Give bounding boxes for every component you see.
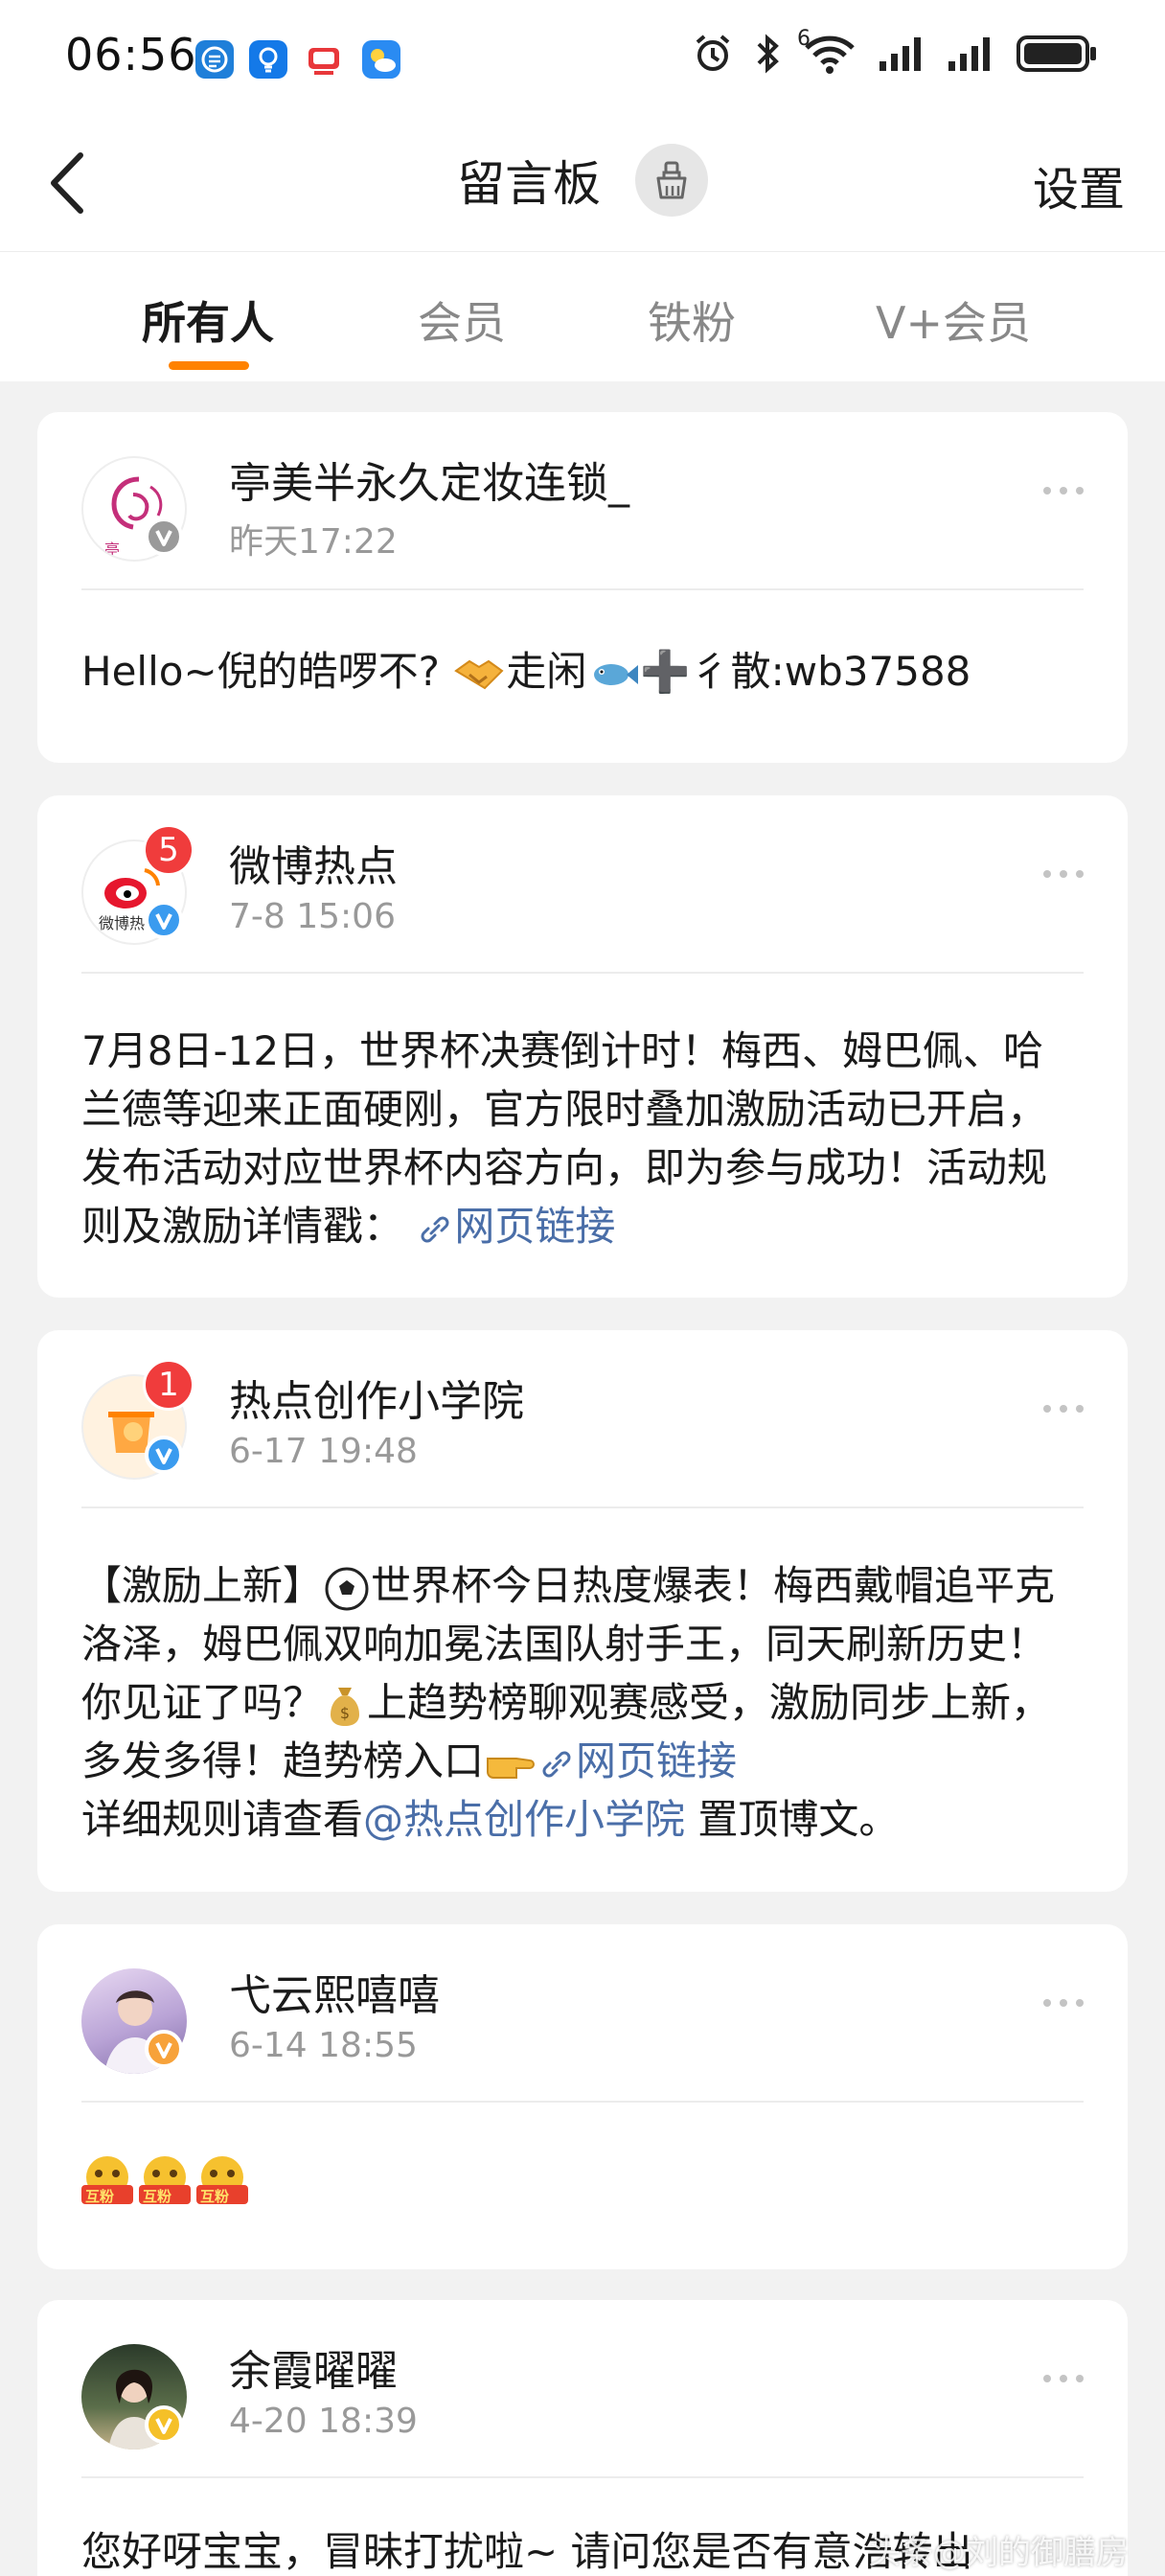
web-link[interactable]: 网页链接 (537, 1737, 737, 1784)
message-text-part: 置顶博文。 (685, 1796, 900, 1843)
message-card[interactable]: 弋云熙嘻嘻 6-14 18:55 互粉 互粉 互粉 (37, 1924, 1128, 2269)
message-text-part: ➕彳散:wb37588 (640, 648, 971, 695)
username[interactable]: 亭美半永久定妆连锁_ (229, 448, 629, 510)
broom-icon (656, 161, 687, 199)
divider (81, 2476, 1084, 2478)
tab-vplus-members[interactable]: V+会员 (876, 288, 1031, 352)
more-options-icon[interactable] (1043, 2375, 1084, 2382)
message-card[interactable]: 微博热 5 微博热点 7-8 15:06 7月8日-12日，世界杯决赛倒计时！梅… (37, 795, 1128, 1298)
message-time: 6-17 19:48 (229, 1432, 418, 1471)
more-options-icon[interactable] (1043, 1405, 1084, 1413)
fish-emoji (594, 663, 639, 685)
more-options-icon[interactable] (1043, 487, 1084, 494)
username[interactable]: 弋云熙嘻嘻 (229, 1961, 440, 2022)
message-card[interactable]: 1 热点创作小学院 6-17 19:48 【激励上新】 世界杯今日热度爆表！梅西戴… (37, 1330, 1128, 1892)
message-time: 4-20 18:39 (229, 2402, 418, 2441)
message-text-part: 【激励上新】 (81, 1562, 324, 1609)
tv-app-icon (305, 40, 343, 79)
message-text-part: 详细规则请查看 (81, 1796, 364, 1843)
money-bag-emoji: $ (331, 1687, 360, 1726)
mutual-follow-emoji: 互粉 (194, 2154, 250, 2208)
mutual-follow-emoji: 互粉 (137, 2154, 193, 2208)
svg-text:$: $ (340, 1704, 350, 1722)
network-label: 6 (797, 27, 811, 51)
page-title: 留言板 (457, 156, 601, 212)
avatar-text: 亭 (104, 540, 121, 559)
emoji-row: 互粉 互粉 互粉 (80, 2154, 250, 2208)
pointing-right-emoji (487, 1757, 535, 1779)
unread-count-badge: 1 (143, 1359, 194, 1411)
signal-icon-1 (879, 37, 921, 71)
signal-icon-2 (948, 37, 990, 71)
username[interactable]: 余霞曜曜 (229, 2336, 398, 2398)
battery-icon (1017, 35, 1096, 72)
verified-icon (145, 1436, 183, 1474)
message-text-part: 走闲 (506, 648, 587, 695)
tab-all[interactable]: 所有人 (142, 288, 274, 352)
message-board-screen: 06:56 6 留言板 设置 所有人 会员 铁粉 V+会员 亭 亭美半永久定妆连… (0, 0, 1165, 2576)
divider (81, 1506, 1084, 1508)
settings-button[interactable]: 设置 (1033, 151, 1125, 218)
verified-icon (145, 2030, 183, 2068)
message-time: 7-8 15:06 (229, 897, 396, 936)
avatar-text: 微博热 (99, 914, 146, 932)
user-mention-link[interactable]: @热点创作小学院 (363, 1796, 685, 1843)
watermark: 头条@刘的御膳房 (868, 2534, 1129, 2572)
weather-app-icon (362, 40, 400, 79)
tab-iron-fans[interactable]: 铁粉 (648, 288, 736, 352)
active-tab-indicator (169, 361, 249, 370)
message-text-part: Hello~倪的皓啰不? (81, 648, 440, 695)
message-card[interactable]: 亭 亭美半永久定妆连锁_ 昨天17:22 Hello~倪的皓啰不? 走闲 ➕彳散:… (37, 412, 1128, 763)
link-icon (421, 1216, 449, 1242)
message-text: 【激励上新】 世界杯今日热度爆表！梅西戴帽追平克洛泽，姆巴佩双响加冕法国队射手王，… (81, 1556, 1084, 1849)
message-text: 7月8日-12日，世界杯决赛倒计时！梅西、姆巴佩、哈兰德等迎来正面硬刚，官方限时… (81, 1022, 1084, 1255)
web-link[interactable]: 网页链接 (416, 1203, 615, 1250)
message-time: 昨天17:22 (229, 522, 398, 562)
username[interactable]: 微博热点 (229, 832, 398, 893)
handshake-emoji (454, 659, 504, 689)
wifi-icon: 6 (797, 27, 857, 75)
more-options-icon[interactable] (1043, 870, 1084, 878)
status-time: 06:56 (65, 29, 197, 80)
status-bar: 06:56 6 (0, 0, 1165, 115)
divider (81, 972, 1084, 974)
notes-app-icon (195, 40, 234, 79)
verified-icon (145, 518, 183, 556)
username[interactable]: 热点创作小学院 (229, 1367, 524, 1428)
message-time: 6-14 18:55 (229, 2026, 418, 2065)
message-text: Hello~倪的皓啰不? 走闲 ➕彳散:wb37588 (81, 642, 1084, 701)
filter-tabs: 所有人 会员 铁粉 V+会员 (0, 251, 1165, 381)
divider (81, 588, 1084, 590)
clean-button[interactable] (635, 144, 708, 217)
mutual-follow-emoji: 互粉 (80, 2154, 135, 2208)
verified-icon (145, 2405, 183, 2444)
bluetooth-icon (757, 34, 779, 74)
unread-count-badge: 5 (143, 824, 194, 876)
link-icon (542, 1751, 571, 1777)
top-nav-bar: 留言板 设置 (0, 115, 1165, 251)
status-icons: 6 (692, 27, 1098, 75)
soccer-ball-emoji (325, 1567, 369, 1610)
divider (81, 2101, 1084, 2103)
lightbulb-app-icon (249, 40, 287, 79)
verified-icon (145, 901, 183, 939)
tab-members[interactable]: 会员 (418, 288, 506, 352)
more-options-icon[interactable] (1043, 1999, 1084, 2007)
alarm-icon (696, 34, 730, 71)
